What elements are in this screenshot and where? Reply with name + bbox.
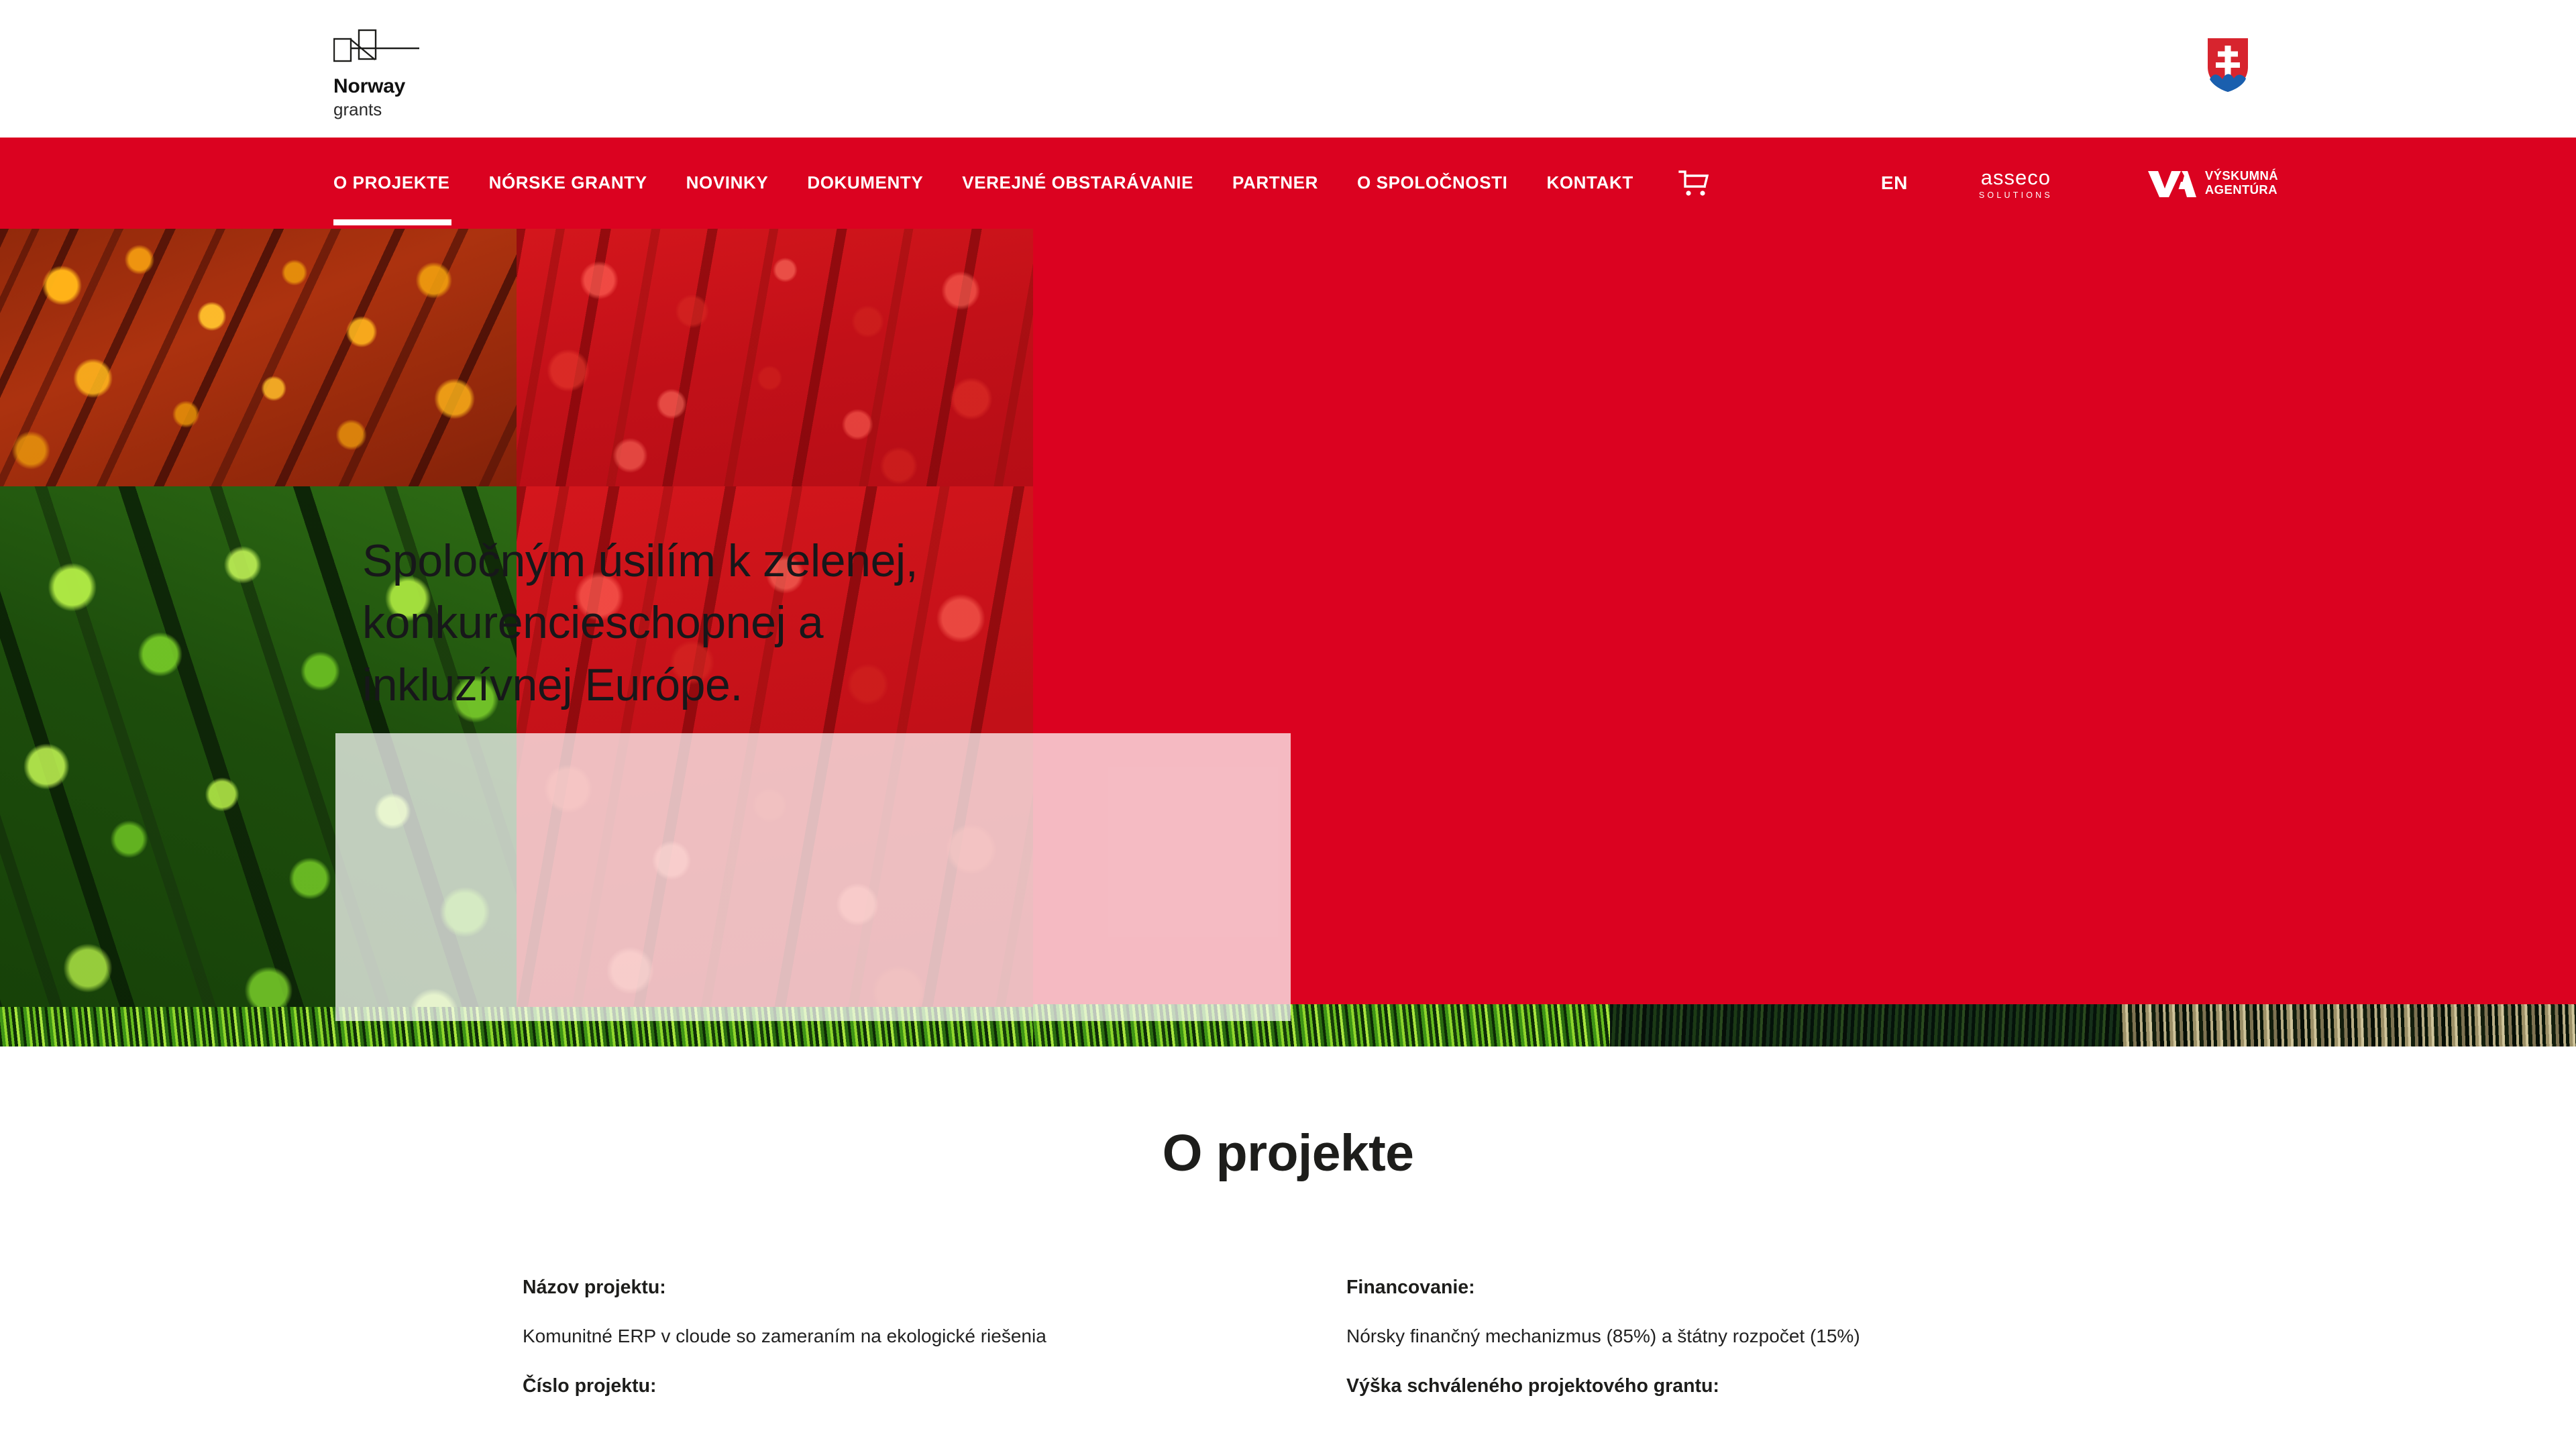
hero-headline-plate [335,733,1291,1021]
va-monogram-icon [2147,171,2196,197]
nav-item-partner[interactable]: PARTNER [1232,172,1318,195]
nav-item-dokumenty[interactable]: DOKUMENTY [807,172,923,195]
hero-photo-redwash-top-texture [517,229,1033,486]
nav-items: O PROJEKTE NÓRSKE GRANTY NOVINKY DOKUMEN… [333,138,1709,229]
nav-item-novinky[interactable]: NOVINKY [686,172,769,195]
nav-item-o-spolocnosti[interactable]: O SPOLOČNOSTI [1357,172,1507,195]
va-line-2: AGENTÚRA [2204,182,2277,197]
nav-item-verejne-obstaravanie[interactable]: VEREJNÉ OBSTARÁVANIE [962,172,1193,195]
norway-grants-logo[interactable]: Norway grants [333,28,468,118]
hero-strip-dark-texture [1610,1004,2120,1046]
top-bar: Norway grants [0,0,2576,138]
label-vyska-grantu: Výška schváleného projektového grantu: [1346,1375,1719,1397]
nav-item-kontakt[interactable]: KONTAKT [1546,172,1633,195]
hero-photo-autumn-texture [0,229,517,486]
slovak-coat-of-arms-icon [2208,38,2248,92]
shopping-cart-icon[interactable] [1678,169,1709,197]
page-title: O projekte [1162,1124,1414,1182]
hero-headline-line-2: konkurencieschopnej a [362,597,824,649]
va-line-1: VÝSKUMNÁ [2204,168,2278,183]
vyskumna-agentura-text: VÝSKUMNÁ AGENTÚRA [2204,168,2278,197]
value-financovanie: Nórsky finančný mechanizmus (85%) a štát… [1346,1325,1860,1346]
nav-item-norske-granty[interactable]: NÓRSKE GRANTY [489,172,647,195]
label-nazov-projektu: Názov projektu: [523,1277,666,1298]
hero-strip-tan [2120,1004,2576,1046]
norway-grants-mark-icon [333,29,419,62]
hero-headline: Spoločným úsilím k zelenej, konkurencies… [362,530,1301,716]
hero-photo-autumn [0,229,517,486]
main-navigation: O PROJEKTE NÓRSKE GRANTY NOVINKY DOKUMEN… [0,138,2576,229]
about-project-section [0,1046,2576,1449]
hero-photo-redwash-top [517,229,1033,486]
project-info-right-column: Financovanie: Nórsky finančný mechanizmu… [1346,1278,2084,1395]
nav-item-o-projekte[interactable]: O PROJEKTE [333,172,451,225]
label-cislo-projektu: Číslo projektu: [523,1375,657,1397]
hero-strip-dark [1610,1004,2120,1046]
label-financovanie: Financovanie: [1346,1277,1475,1298]
hero-strip-tan-texture [2120,1004,2576,1046]
value-nazov-projektu: Komunitné ERP v cloude so zameraním na e… [523,1325,1046,1346]
norway-grants-wordmark: Norway [333,75,406,97]
nav-right-cluster: EN asseco SOLUTIONS VÝSKUMNÁ AGENTÚRA [1881,138,2278,229]
vyskumna-agentura-logo[interactable]: VÝSKUMNÁ AGENTÚRA [2147,167,2278,199]
asseco-tagline: SOLUTIONS [1978,190,2053,200]
hero-headline-line-1: Spoločným úsilím k zelenej, [362,535,918,586]
norway-grants-subword: grants [333,99,382,119]
language-switcher[interactable]: EN [1881,172,1908,194]
hero-headline-line-3: inkluzívnej Európe. [362,659,743,710]
asseco-wordmark: asseco [1980,165,2051,189]
asseco-solutions-logo[interactable]: asseco SOLUTIONS [1963,167,2069,200]
project-info-left-column: Názov projektu: Komunitné ERP v cloude s… [523,1278,1260,1395]
